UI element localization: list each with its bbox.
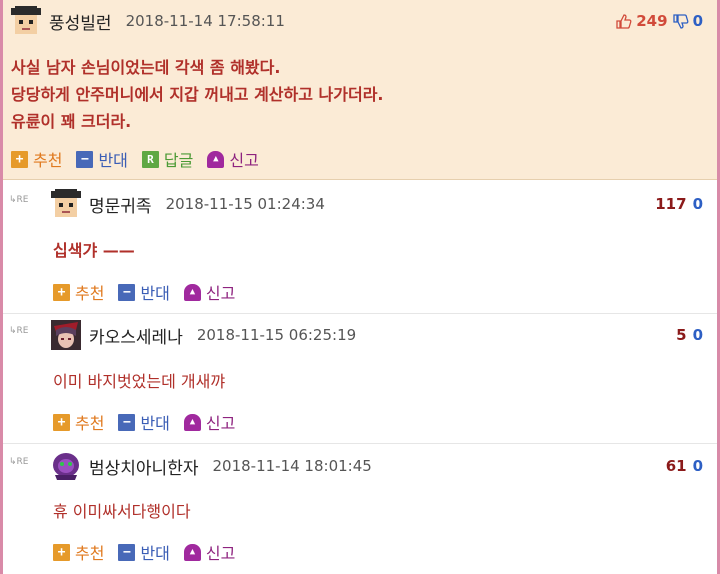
minus-icon: − — [118, 413, 136, 431]
recommend-label: 추천 — [75, 544, 105, 563]
siren-icon: ▲ — [183, 413, 201, 431]
divider — [3, 313, 717, 314]
report-button[interactable]: ▲ 신고 — [183, 410, 236, 434]
recommend-label: 추천 — [33, 151, 63, 170]
reply-label: 답글 — [163, 151, 194, 170]
report-label: 신고 — [205, 284, 236, 303]
comment-actions: + 추천 − 반대 ▲ 신고 — [53, 280, 249, 304]
plus-icon: + — [11, 150, 28, 168]
report-label: 신고 — [205, 414, 236, 433]
comment-date: 2018-11-15 01:24:34 — [165, 195, 325, 213]
up-vote-count: 5 — [676, 326, 687, 344]
down-vote-count: 0 — [692, 195, 703, 213]
nickname[interactable]: 범상치아니한자 — [89, 454, 198, 479]
oppose-label: 반대 — [98, 151, 128, 170]
oppose-label: 반대 — [140, 414, 170, 433]
oppose-button[interactable]: − 반대 — [118, 540, 170, 564]
siren-icon: ▲ — [183, 283, 201, 301]
comment-date: 2018-11-14 18:01:45 — [212, 457, 372, 475]
minus-icon: − — [118, 283, 136, 301]
comment-date: 2018-11-15 06:25:19 — [196, 326, 357, 344]
comment-header: 풍성빌런 2018-11-14 17:58:11 — [11, 6, 285, 36]
reply-marker: ↳RE — [9, 457, 29, 467]
minus-icon: − — [118, 543, 136, 561]
down-vote-count: 0 — [692, 457, 703, 475]
oppose-label: 반대 — [140, 284, 170, 303]
siren-icon: ▲ — [183, 543, 201, 561]
siren-icon: ▲ — [207, 150, 225, 168]
reply-button[interactable]: R 답글 — [141, 147, 194, 171]
comment-line: 사실 남자 손님이었는데 각색 좀 해봤다. — [11, 58, 281, 77]
report-button[interactable]: ▲ 신고 — [207, 147, 259, 171]
comment-date: 2018-11-14 17:58:11 — [125, 12, 285, 30]
avatar[interactable] — [11, 6, 41, 36]
comment-body: 휴 이미싸서다행이다 — [53, 502, 191, 521]
plus-icon: + — [53, 283, 70, 301]
thumbs-down-icon[interactable] — [672, 13, 689, 30]
recommend-button[interactable]: + 추천 — [53, 410, 104, 434]
divider — [3, 443, 717, 444]
report-button[interactable]: ▲ 신고 — [183, 280, 236, 304]
comment-body: 십색갸 —— — [53, 241, 135, 260]
oppose-button[interactable]: − 반대 — [118, 410, 170, 434]
comment-actions: + 추천 − 반대 R 답글 ▲ 신고 — [11, 147, 273, 171]
up-vote-count: 117 — [655, 195, 687, 213]
nickname[interactable]: 카오스세레나 — [89, 323, 183, 348]
comment-body: 사실 남자 손님이었는데 각색 좀 해봤다. 당당하게 안주머니에서 지갑 꺼내… — [11, 54, 384, 135]
oppose-button[interactable]: − 반대 — [118, 280, 170, 304]
recommend-button[interactable]: + 추천 — [53, 540, 104, 564]
recommend-label: 추천 — [75, 284, 105, 303]
up-vote-count: 249 — [636, 12, 668, 30]
vote-counts: 61 0 — [666, 457, 703, 475]
oppose-label: 반대 — [140, 544, 170, 563]
comment-actions: + 추천 − 반대 ▲ 신고 — [53, 410, 249, 434]
comment-header: 명문귀족 2018-11-15 01:24:34 — [51, 189, 325, 219]
vote-counts: 117 0 — [655, 195, 703, 213]
up-vote-count: 61 — [665, 457, 687, 475]
nickname[interactable]: 명문귀족 — [89, 192, 152, 217]
avatar[interactable] — [51, 189, 81, 219]
thumbs-up-icon[interactable] — [615, 13, 632, 30]
recommend-label: 추천 — [75, 414, 105, 433]
comment-line: 유륜이 꽤 크더라. — [11, 112, 132, 131]
recommend-button[interactable]: + 추천 — [11, 147, 62, 171]
avatar[interactable] — [51, 451, 81, 481]
reply-icon: R — [141, 150, 159, 168]
comment-line: 당당하게 안주머니에서 지갑 꺼내고 계산하고 나가더라. — [11, 85, 384, 104]
reply-marker: ↳RE — [9, 195, 29, 205]
oppose-button[interactable]: − 반대 — [76, 147, 128, 171]
avatar[interactable] — [51, 320, 81, 350]
vote-counts: 249 0 — [615, 12, 703, 30]
minus-icon: − — [76, 150, 94, 168]
down-vote-count: 0 — [692, 326, 703, 344]
down-vote-count: 0 — [692, 12, 703, 30]
recommend-button[interactable]: + 추천 — [53, 280, 104, 304]
report-label: 신고 — [229, 151, 259, 170]
report-button[interactable]: ▲ 신고 — [183, 540, 236, 564]
nickname[interactable]: 풍성빌런 — [49, 9, 112, 34]
comment-header: 범상치아니한자 2018-11-14 18:01:45 — [51, 451, 372, 481]
comment-body: 이미 바지벗었는데 개새꺄 — [53, 372, 226, 391]
reply-marker: ↳RE — [9, 326, 29, 336]
report-label: 신고 — [205, 544, 236, 563]
comment-actions: + 추천 − 반대 ▲ 신고 — [53, 540, 249, 564]
vote-counts: 5 0 — [676, 326, 703, 344]
plus-icon: + — [53, 413, 70, 431]
comment-header: 카오스세레나 2018-11-15 06:25:19 — [51, 320, 356, 350]
plus-icon: + — [53, 543, 70, 561]
best-comment: 풍성빌런 2018-11-14 17:58:11 249 0 사실 남자 손님이… — [3, 0, 717, 180]
